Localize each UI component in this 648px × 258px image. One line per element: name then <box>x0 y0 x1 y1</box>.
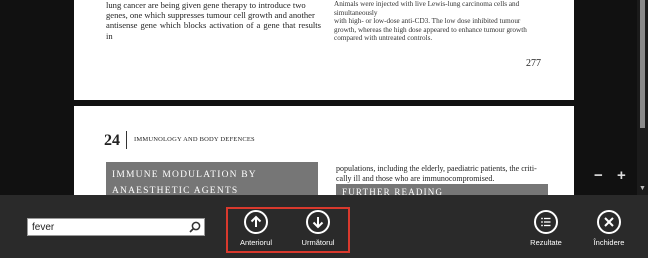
zoom-out-button[interactable]: − <box>594 167 603 184</box>
section-heading-line: ANAESTHETIC AGENTS <box>112 186 239 195</box>
previous-button[interactable]: Anteriorul <box>226 210 286 247</box>
text-line: cally ill and those who are immunocompro… <box>336 174 495 183</box>
close-icon <box>597 210 621 234</box>
close-button[interactable]: Închidere <box>579 210 639 247</box>
scrollbar-thumb[interactable] <box>640 0 645 128</box>
text-line: genes, one which suppresses tumour cell … <box>106 10 315 21</box>
next-label: Următorul <box>301 238 335 247</box>
vertical-scrollbar[interactable]: ▼ <box>637 0 648 195</box>
text-line: with high- or low-dose anti-CD3. The low… <box>334 17 521 26</box>
arrow-down-icon <box>306 210 330 234</box>
chapter-title: IMMUNOLOGY AND BODY DEFENCES <box>134 136 255 143</box>
text-line: populations, including the elderly, paed… <box>336 164 537 173</box>
results-label: Rezultate <box>530 238 562 247</box>
previous-label: Anteriorul <box>239 238 273 247</box>
scroll-down-arrow-icon[interactable]: ▼ <box>639 185 646 192</box>
text-line: lung cancer are being given gene therapy… <box>106 0 306 10</box>
list-icon <box>534 210 558 234</box>
zoom-in-button[interactable]: + <box>617 167 626 184</box>
text-line: compared with untreated controls. <box>334 34 433 43</box>
text-line: growth, whereas the high dose appeared t… <box>334 25 527 34</box>
page1-right-column: Animals were injected with live Lewis-lu… <box>334 0 544 43</box>
search-box[interactable] <box>27 218 205 236</box>
section-heading-line: IMMUNE MODULATION BY <box>112 170 257 180</box>
page1-left-column: lung cancer are being given gene therapy… <box>106 0 321 41</box>
text-line: antisense gene which blocks activation o… <box>106 20 321 41</box>
close-label: Închidere <box>593 238 625 247</box>
document-page: lung cancer are being given gene therapy… <box>74 0 574 100</box>
next-button[interactable]: Următorul <box>288 210 348 247</box>
section-heading-box: IMMUNE MODULATION BY ANAESTHETIC AGENTS <box>106 162 318 195</box>
arrow-up-icon <box>244 210 268 234</box>
chapter-number: 24 <box>104 132 120 149</box>
text-line: Animals were injected with live Lewis-lu… <box>334 0 520 17</box>
search-input[interactable] <box>28 219 187 235</box>
further-reading-heading: FURTHER READING <box>336 184 548 195</box>
document-viewer[interactable]: lung cancer are being given gene therapy… <box>0 0 648 195</box>
search-icon[interactable] <box>188 220 202 234</box>
document-page: 24 IMMUNOLOGY AND BODY DEFENCES IMMUNE M… <box>74 106 574 195</box>
page2-right-column: populations, including the elderly, paed… <box>336 164 551 184</box>
page-number: 277 <box>526 58 541 69</box>
results-button[interactable]: Rezultate <box>516 210 576 247</box>
chapter-divider <box>126 131 127 149</box>
